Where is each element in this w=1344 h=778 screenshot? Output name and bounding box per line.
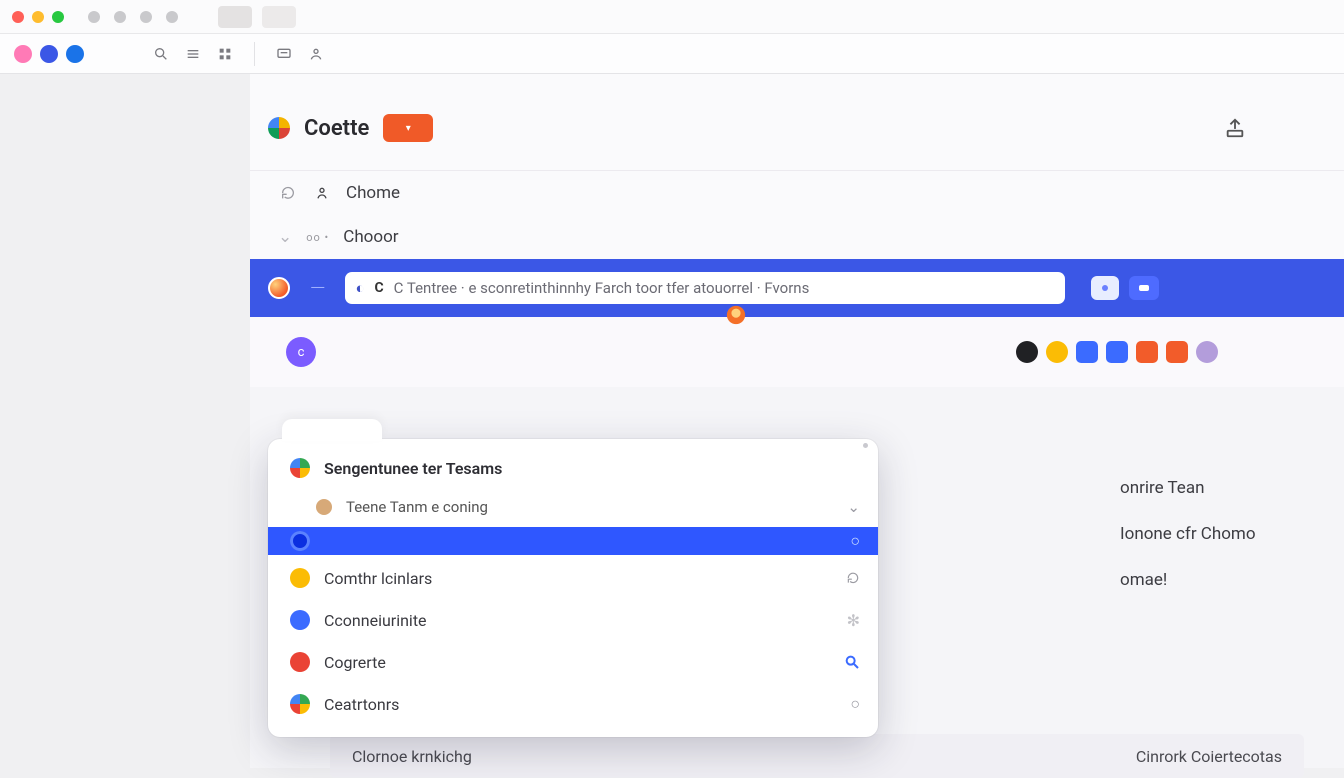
chevron-down-icon: ▾	[406, 123, 411, 134]
browser-tab[interactable]	[218, 6, 252, 28]
dot-icon	[290, 610, 310, 630]
circle-icon: ○	[850, 531, 860, 551]
omnibar: — ◐ C C Tentree · e sconretinthinnhy Far…	[250, 259, 1344, 317]
breadcrumb: Chome ⌄ oo • Chooor	[250, 171, 1344, 259]
search-icon[interactable]	[152, 45, 170, 63]
chat-icon[interactable]	[275, 45, 293, 63]
omnibar-go-button[interactable]	[1129, 276, 1159, 300]
app-chips	[1016, 341, 1218, 363]
toolbar	[0, 34, 1344, 74]
left-sidebar	[0, 74, 250, 768]
chevron-down-icon: ⌄	[278, 227, 292, 247]
footer-bar: Clornoe krnkichg Cinrork Coiertecotas	[330, 734, 1304, 778]
search-icon	[844, 654, 860, 670]
footer-left-label: Clornoe krnkichg	[352, 747, 472, 766]
list-item[interactable]: onrire Tean	[1120, 478, 1256, 498]
maximize-window-button[interactable]	[52, 11, 64, 23]
breadcrumb-prefix: oo •	[306, 231, 329, 244]
dropdown-label: Comthr lcinlars	[324, 569, 432, 588]
circle-icon: ○	[850, 694, 860, 714]
avatar-icon	[316, 499, 332, 515]
window-titlebar	[0, 0, 1344, 34]
close-window-button[interactable]	[12, 11, 24, 23]
menu-icon[interactable]	[184, 45, 202, 63]
titlebar-favicons	[88, 11, 178, 23]
mascot-icon	[725, 304, 747, 326]
multicolor-icon	[290, 694, 310, 714]
selected-dot-icon	[290, 531, 310, 551]
dropdown-item[interactable]: Ceatrtonrs ○	[268, 683, 878, 725]
dot-icon	[290, 568, 310, 588]
app-chip[interactable]	[1046, 341, 1068, 363]
minimize-window-button[interactable]	[32, 11, 44, 23]
app-chip[interactable]	[1076, 341, 1098, 363]
app-chip[interactable]	[1166, 341, 1188, 363]
create-button[interactable]: ▾	[383, 114, 433, 142]
breadcrumb-row[interactable]: ⌄ oo • Chooor	[278, 215, 1316, 259]
traffic-lights	[12, 11, 64, 23]
export-icon[interactable]	[1224, 117, 1246, 139]
dropdown-notch	[282, 419, 382, 441]
omnibar-action-chip[interactable]	[1091, 276, 1119, 300]
avatar-icon[interactable]	[14, 45, 32, 63]
app-chip[interactable]	[1136, 341, 1158, 363]
omnibar-actions	[1091, 276, 1159, 300]
person-icon[interactable]	[307, 45, 325, 63]
breadcrumb-label: Chome	[346, 183, 400, 203]
browser-tab[interactable]	[262, 6, 296, 28]
dropdown-label: Cogrerte	[324, 653, 386, 672]
list-label: onrire Tean	[1120, 478, 1204, 498]
multicolor-icon	[290, 458, 310, 478]
refresh-icon	[278, 183, 298, 203]
gear-icon: ✻	[847, 611, 860, 630]
dropdown-item[interactable]: Cconneiurinite ✻	[268, 599, 878, 641]
breadcrumb-row[interactable]: Chome	[278, 171, 1316, 215]
suggestion-dropdown: Sengentunee ter Tesams Teene Tanm e coni…	[268, 439, 878, 737]
app-chip[interactable]	[1196, 341, 1218, 363]
profile-avatar-icon[interactable]	[268, 277, 290, 299]
footer-right-label: Cinrork Coiertecotas	[1136, 747, 1282, 766]
list-label: omae!	[1120, 570, 1167, 590]
dropdown-item-header[interactable]: Sengentunee ter Tesams	[268, 447, 878, 489]
app-chip[interactable]	[1016, 341, 1038, 363]
dropdown-item-sub[interactable]: Teene Tanm e coning ⌄	[268, 489, 878, 525]
avatar-icon[interactable]	[40, 45, 58, 63]
list-item[interactable]: omae!	[1120, 570, 1256, 590]
list-label: Ionone cfr Chomo	[1120, 524, 1256, 544]
page-header: Coette ▾	[250, 74, 1344, 171]
person-outline-icon	[312, 183, 332, 203]
grid-icon[interactable]	[216, 45, 234, 63]
toolbar-row: c	[250, 317, 1344, 387]
list-item[interactable]: Ionone cfr Chomo	[1120, 524, 1256, 544]
app-chip[interactable]	[1106, 341, 1128, 363]
chevron-down-icon: ⌄	[847, 498, 860, 516]
author-avatar[interactable]: c	[286, 337, 316, 367]
omnibar-input[interactable]: ◐ C C Tentree · e sconretinthinnhy Farch…	[345, 272, 1065, 304]
minimize-icon[interactable]: —	[310, 276, 325, 300]
globe-icon: ◐	[355, 279, 364, 297]
workspace: Coette ▾ Chome	[0, 74, 1344, 768]
dropdown-label: Teene Tanm e coning	[346, 498, 488, 516]
omnibar-text: C Tentree · e sconretinthinnhy Farch too…	[394, 279, 810, 297]
refresh-icon	[846, 571, 860, 585]
app-logo-icon	[268, 117, 290, 139]
avatar-icon[interactable]	[66, 45, 84, 63]
dropdown-item-selected[interactable]: ○	[268, 527, 878, 555]
dropdown-item[interactable]: Cogrerte	[268, 641, 878, 683]
right-column: onrire Tean Ionone cfr Chomo omae!	[1120, 478, 1256, 590]
dropdown-label: Cconneiurinite	[324, 611, 427, 630]
breadcrumb-label: Chooor	[343, 227, 398, 247]
dropdown-label: Ceatrtonrs	[324, 695, 399, 714]
dropdown-item[interactable]: Comthr lcinlars	[268, 557, 878, 599]
page-title: Coette	[304, 116, 369, 141]
dot-icon	[290, 652, 310, 672]
profile-avatars	[14, 45, 84, 63]
tab-strip	[218, 6, 296, 28]
dropdown-label: Sengentunee ter Tesams	[324, 459, 502, 478]
